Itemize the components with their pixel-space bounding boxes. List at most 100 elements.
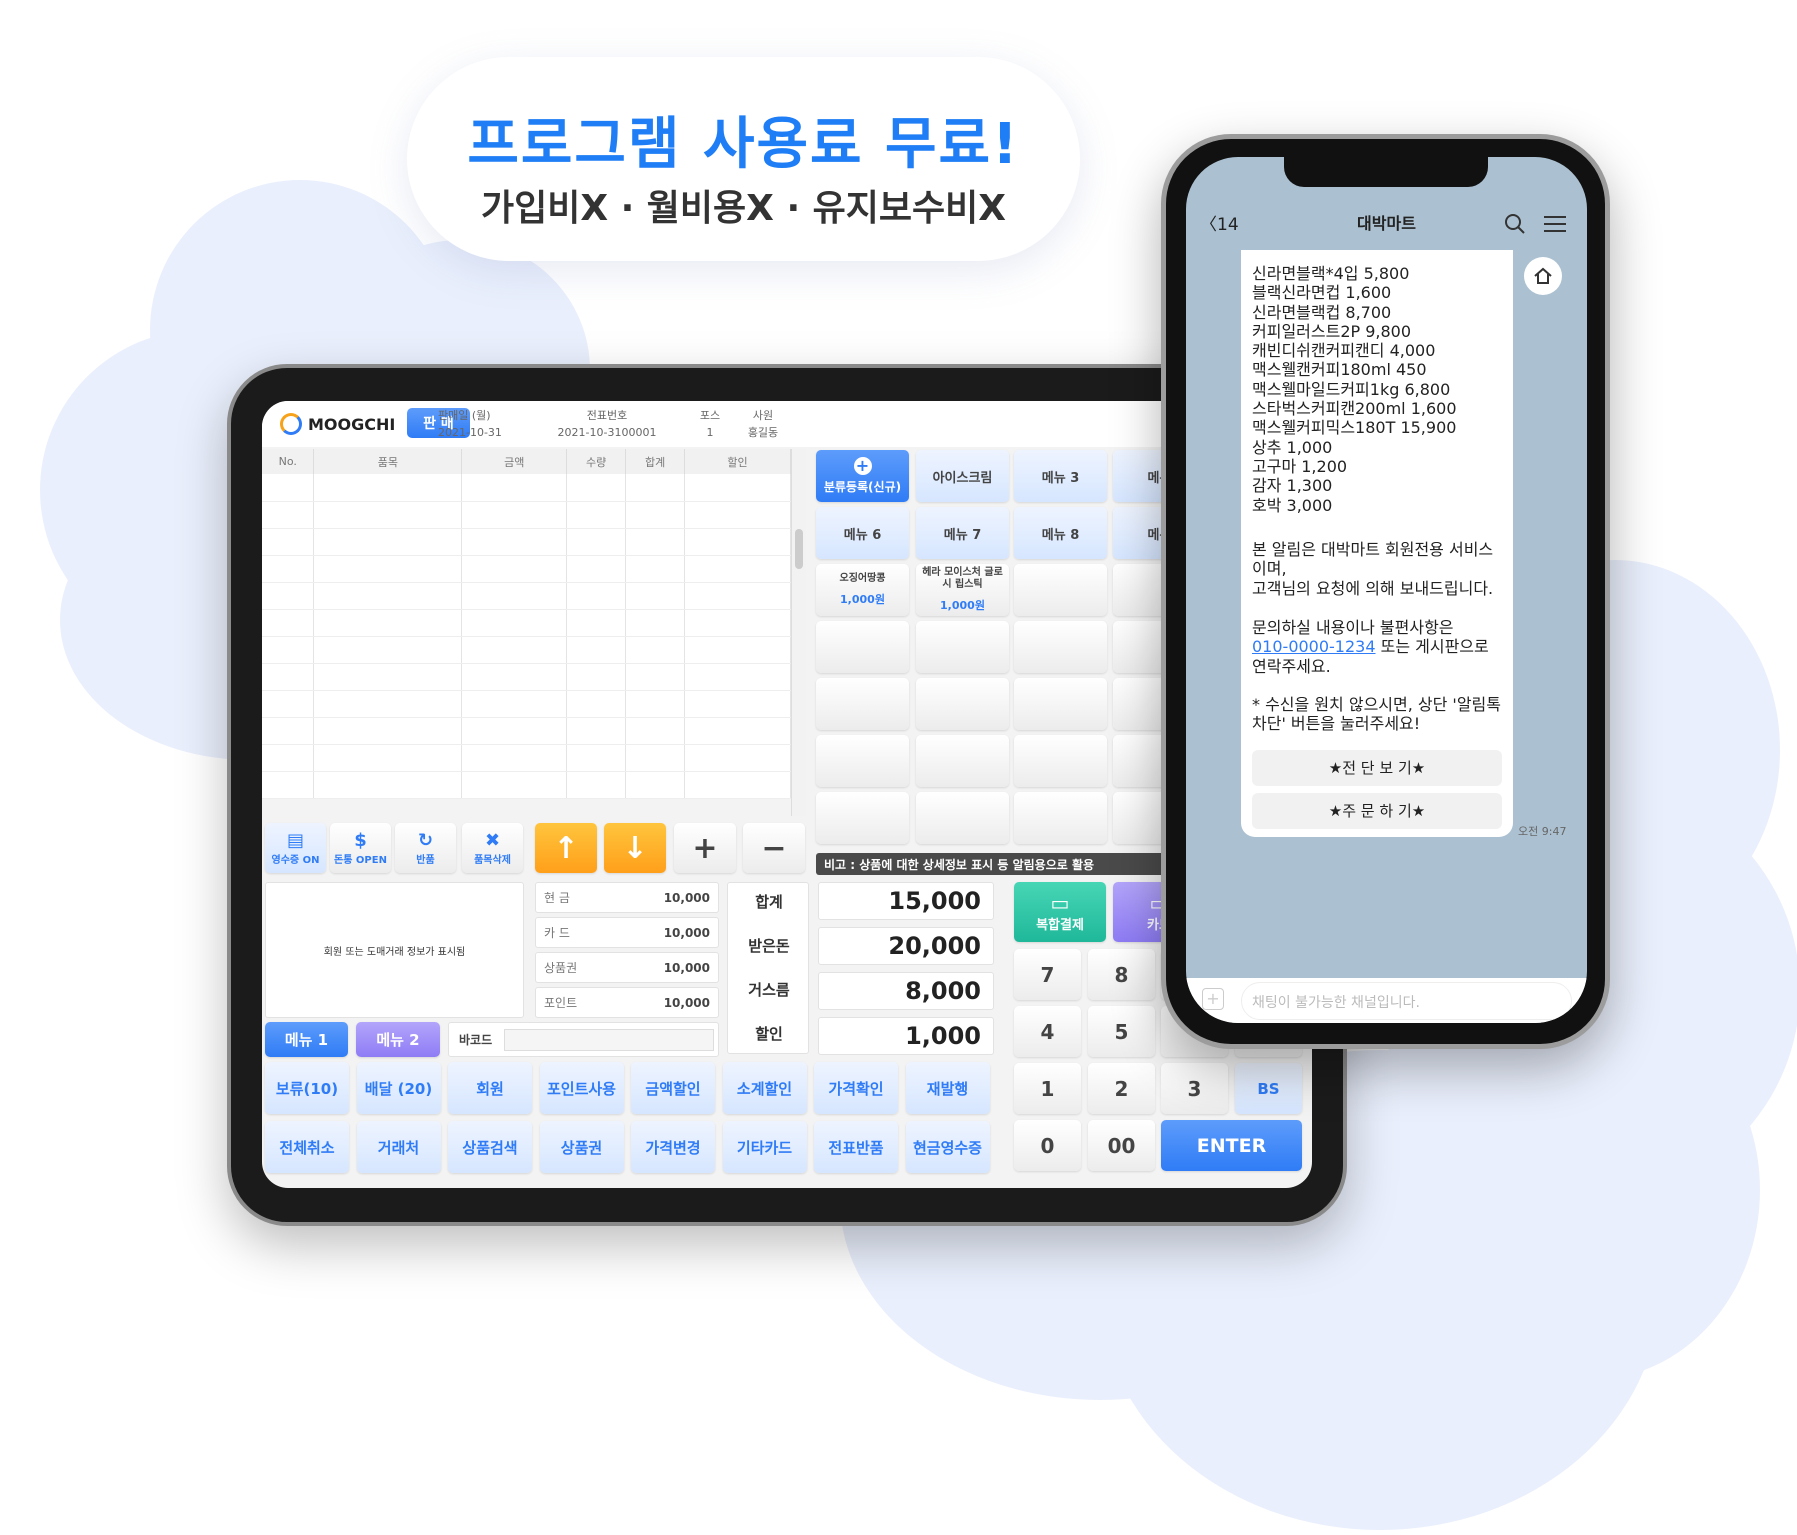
menu2-tab[interactable]: 메뉴 2 <box>356 1022 440 1057</box>
minus-button[interactable]: − <box>743 823 805 873</box>
header-pos: 포스 1 <box>690 407 730 441</box>
empty-menu-slot[interactable] <box>816 735 909 787</box>
function-button[interactable]: 기타카드 <box>722 1121 807 1173</box>
table-row[interactable] <box>262 555 791 583</box>
scrollbar-thumb[interactable] <box>795 529 803 569</box>
message-optout: * 수신을 원치 않으시면, 상단 '알림톡차단' 버튼을 눌러주세요! <box>1252 695 1501 734</box>
table-cell <box>461 636 568 664</box>
table-row[interactable] <box>262 690 791 718</box>
home-button[interactable] <box>1524 257 1562 295</box>
function-button[interactable]: 전표반품 <box>814 1121 898 1173</box>
pay-button-label: 복합결제 <box>1036 917 1084 933</box>
receipt-icon: ▤ <box>286 829 304 851</box>
table-row[interactable] <box>262 717 791 745</box>
contact-prefix: 문의하실 내용이나 불편사항은 <box>1252 618 1454 637</box>
chat-input[interactable]: 채팅이 불가능한 채널입니다. <box>1241 982 1572 1020</box>
empty-menu-slot[interactable] <box>1014 564 1107 616</box>
table-scrollbar[interactable] <box>791 449 806 816</box>
function-button[interactable]: 포인트사용 <box>539 1062 624 1114</box>
table-row[interactable] <box>262 609 791 637</box>
empty-menu-slot[interactable] <box>916 621 1009 673</box>
menu-button[interactable]: 아이스크림 <box>916 450 1009 502</box>
function-button[interactable]: 보류(10) <box>265 1062 349 1114</box>
column-header[interactable]: 할인 <box>684 449 791 474</box>
toolbar-button[interactable]: ✖ 품목삭제 <box>462 823 523 873</box>
phone-link[interactable]: 010-0000-1234 <box>1252 637 1376 656</box>
table-row[interactable] <box>262 663 791 691</box>
function-button[interactable]: 금액할인 <box>631 1062 715 1114</box>
menu-button[interactable]: 헤라 모이스처 글로시 립스틱 1,000원 <box>916 564 1009 616</box>
function-button[interactable]: 소계할인 <box>722 1062 807 1114</box>
column-header[interactable]: 품목 <box>313 449 463 474</box>
empty-menu-slot[interactable] <box>1014 678 1107 730</box>
function-button[interactable]: 재발행 <box>905 1062 990 1114</box>
function-button[interactable]: 거래처 <box>356 1121 441 1173</box>
function-button[interactable]: 전체취소 <box>265 1121 349 1173</box>
empty-menu-slot[interactable] <box>916 735 1009 787</box>
column-header[interactable]: 합계 <box>625 449 686 474</box>
search-icon[interactable] <box>1504 213 1526 235</box>
empty-menu-slot[interactable] <box>916 792 1009 844</box>
payment-label: 현 금 <box>544 891 570 905</box>
function-button[interactable]: 상품검색 <box>448 1121 532 1173</box>
table-row[interactable] <box>262 771 791 799</box>
refund-icon: ↻ <box>417 829 434 851</box>
function-button[interactable]: 상품권 <box>539 1121 624 1173</box>
numpad-key[interactable]: 4 <box>1014 1006 1081 1057</box>
numpad-key[interactable]: 00 <box>1088 1120 1155 1171</box>
toolbar-button[interactable]: $ 돈통 OPEN <box>330 823 391 873</box>
menu-button[interactable]: 메뉴 6 <box>816 507 909 559</box>
enter-button[interactable]: ENTER <box>1161 1120 1302 1171</box>
numpad-key[interactable]: 0 <box>1014 1120 1081 1171</box>
empty-menu-slot[interactable] <box>1014 792 1107 844</box>
order-button[interactable]: ★주 문 하 기★ <box>1252 793 1502 829</box>
function-button[interactable]: 가격변경 <box>631 1121 715 1173</box>
plus-icon[interactable]: + <box>1202 988 1224 1010</box>
function-button[interactable]: 회원 <box>448 1062 532 1114</box>
arrow-up-button[interactable]: ↑ <box>535 823 597 873</box>
menu-button[interactable]: + 분류등록(신규) <box>816 450 909 502</box>
view-flyer-button[interactable]: ★전 단 보 기★ <box>1252 750 1502 786</box>
table-row[interactable] <box>262 474 791 502</box>
table-row[interactable] <box>262 744 791 772</box>
table-row[interactable] <box>262 528 791 556</box>
menu-button[interactable]: 메뉴 3 <box>1014 450 1107 502</box>
toolbar-button[interactable]: ↻ 반품 <box>395 823 456 873</box>
empty-menu-slot[interactable] <box>816 792 909 844</box>
total-value: 15,000 <box>818 882 994 920</box>
column-header[interactable]: No. <box>262 449 315 474</box>
column-header[interactable]: 수량 <box>566 449 627 474</box>
plus-button[interactable]: + <box>674 823 736 873</box>
message-notice: 본 알림은 대박마트 회원전용 서비스이며, 고객님의 요청에 의해 보내드립니… <box>1252 540 1494 598</box>
empty-menu-slot[interactable] <box>916 678 1009 730</box>
menu-icon[interactable] <box>1544 215 1568 233</box>
empty-menu-slot[interactable] <box>1014 621 1107 673</box>
empty-menu-slot[interactable] <box>816 621 909 673</box>
numpad-key[interactable]: 3 <box>1161 1063 1228 1114</box>
menu-button[interactable]: 메뉴 7 <box>916 507 1009 559</box>
pos-label: 포스 <box>699 409 721 422</box>
menu1-tab[interactable]: 메뉴 1 <box>265 1022 348 1057</box>
backspace-button[interactable]: BS <box>1235 1063 1302 1114</box>
empty-menu-slot[interactable] <box>1014 735 1107 787</box>
message-time: 오전 9:47 <box>1518 825 1567 838</box>
menu-button[interactable]: 메뉴 8 <box>1014 507 1107 559</box>
function-button[interactable]: 배달 (20) <box>356 1062 441 1114</box>
barcode-input[interactable] <box>504 1028 715 1051</box>
table-row[interactable] <box>262 636 791 664</box>
empty-menu-slot[interactable] <box>816 678 909 730</box>
toolbar-button[interactable]: ▤ 영수증 ON <box>265 823 326 873</box>
numpad-key[interactable]: 1 <box>1014 1063 1081 1114</box>
pay-button[interactable]: ▭ 복합결제 <box>1014 882 1106 942</box>
numpad-key[interactable]: 5 <box>1088 1006 1155 1057</box>
menu-button[interactable]: 오징어땅콩 1,000원 <box>816 564 909 616</box>
table-row[interactable] <box>262 582 791 610</box>
function-button[interactable]: 현금영수증 <box>905 1121 990 1173</box>
arrow-down-button[interactable]: ↓ <box>604 823 666 873</box>
table-row[interactable] <box>262 501 791 529</box>
numpad-key[interactable]: 8 <box>1088 949 1155 1000</box>
function-button[interactable]: 가격확인 <box>814 1062 898 1114</box>
column-header[interactable]: 금액 <box>461 449 568 474</box>
numpad-key[interactable]: 2 <box>1088 1063 1155 1114</box>
numpad-key[interactable]: 7 <box>1014 949 1081 1000</box>
